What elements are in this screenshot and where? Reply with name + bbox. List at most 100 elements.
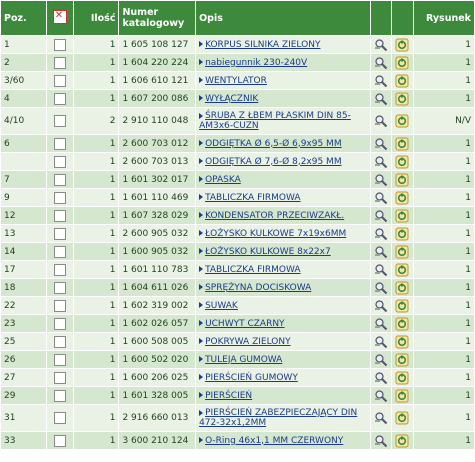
row-checkbox[interactable]: [53, 115, 66, 127]
basket-icon[interactable]: [395, 317, 409, 330]
cell-details[interactable]: [370, 297, 392, 314]
cell-cart[interactable]: [392, 153, 413, 170]
magnifier-tool-icon[interactable]: [374, 56, 388, 69]
basket-icon[interactable]: [395, 335, 409, 348]
row-checkbox[interactable]: [53, 245, 66, 258]
magnifier-tool-icon[interactable]: [374, 209, 388, 222]
part-description-link[interactable]: ŁOŻYSKO KULKOWE 7x19x6MM: [205, 229, 346, 239]
cell-details[interactable]: [370, 207, 392, 224]
cell-select[interactable]: [46, 297, 73, 314]
cell-cart[interactable]: [392, 108, 413, 134]
part-description-link[interactable]: WENTYLATOR: [205, 76, 267, 86]
basket-icon[interactable]: [395, 173, 409, 186]
row-checkbox[interactable]: [53, 434, 66, 447]
cell-select[interactable]: [46, 54, 73, 71]
magnifier-tool-icon[interactable]: [374, 281, 388, 294]
cell-details[interactable]: [370, 189, 392, 206]
row-checkbox[interactable]: [53, 353, 66, 366]
cell-cart[interactable]: [392, 72, 413, 89]
basket-icon[interactable]: [395, 92, 409, 105]
magnifier-tool-icon[interactable]: [374, 227, 388, 240]
row-checkbox[interactable]: [53, 74, 66, 87]
basket-icon[interactable]: [395, 191, 409, 204]
cell-cart[interactable]: [392, 405, 413, 431]
cell-cart[interactable]: [392, 369, 413, 386]
magnifier-tool-icon[interactable]: [374, 299, 388, 312]
magnifier-tool-icon[interactable]: [374, 317, 388, 330]
cell-select[interactable]: [46, 432, 73, 449]
cell-select[interactable]: [46, 207, 73, 224]
cell-select[interactable]: [46, 333, 73, 350]
cell-details[interactable]: [370, 225, 392, 242]
part-description-link[interactable]: WYŁĄCZNIK: [205, 94, 258, 104]
magnifier-tool-icon[interactable]: [374, 137, 388, 150]
part-description-link[interactable]: OPASKA: [205, 175, 241, 185]
cell-details[interactable]: [370, 432, 392, 449]
row-checkbox[interactable]: [53, 412, 66, 424]
cell-select[interactable]: [46, 369, 73, 386]
basket-icon[interactable]: [395, 155, 409, 168]
cell-details[interactable]: [370, 315, 392, 332]
cell-select[interactable]: [46, 315, 73, 332]
part-description-link[interactable]: PIERŚCIEŃ ZABEZPIECZAJĄCY DIN 472-32x1,2…: [199, 408, 357, 428]
cell-select[interactable]: [46, 36, 73, 53]
row-checkbox[interactable]: [53, 155, 66, 168]
row-checkbox[interactable]: [53, 56, 66, 69]
cell-details[interactable]: [370, 261, 392, 278]
magnifier-tool-icon[interactable]: [374, 92, 388, 105]
magnifier-tool-icon[interactable]: [374, 434, 388, 447]
cell-cart[interactable]: [392, 36, 413, 53]
row-checkbox[interactable]: [53, 335, 66, 348]
part-description-link[interactable]: ŚRUBA Z ŁBEM PŁASKIM DIN 85-AM3x6-CUZN: [199, 111, 351, 131]
cell-cart[interactable]: [392, 207, 413, 224]
cell-select[interactable]: [46, 225, 73, 242]
row-checkbox[interactable]: [53, 317, 66, 330]
cell-cart[interactable]: [392, 387, 413, 404]
part-description-link[interactable]: UCHWYT CZARNY: [205, 319, 284, 329]
magnifier-tool-icon[interactable]: [374, 353, 388, 366]
row-checkbox[interactable]: [53, 173, 66, 186]
basket-icon[interactable]: [395, 245, 409, 258]
cell-details[interactable]: [370, 243, 392, 260]
magnifier-tool-icon[interactable]: [374, 173, 388, 186]
cell-cart[interactable]: [392, 171, 413, 188]
cell-cart[interactable]: [392, 279, 413, 296]
part-description-link[interactable]: PIERŚCIEŃ: [205, 391, 252, 401]
magnifier-tool-icon[interactable]: [374, 191, 388, 204]
magnifier-tool-icon[interactable]: [374, 371, 388, 384]
cell-select[interactable]: [46, 108, 73, 134]
magnifier-tool-icon[interactable]: [374, 263, 388, 276]
basket-icon[interactable]: [395, 411, 409, 425]
part-description-link[interactable]: ŁOŻYSKO KULKOWE 8x22x7: [205, 247, 331, 257]
part-description-link[interactable]: PIERŚCIEŃ GUMOWY: [205, 373, 298, 383]
row-checkbox[interactable]: [53, 92, 66, 105]
cell-select[interactable]: [46, 261, 73, 278]
part-description-link[interactable]: TULEJA GUMOWA: [205, 355, 282, 365]
cell-details[interactable]: [370, 36, 392, 53]
cell-cart[interactable]: [392, 432, 413, 449]
cell-details[interactable]: [370, 369, 392, 386]
row-checkbox[interactable]: [53, 38, 66, 51]
cell-details[interactable]: [370, 333, 392, 350]
part-description-link[interactable]: SUWAK: [205, 301, 238, 311]
part-description-link[interactable]: TABLICZKA FIRMOWA: [205, 193, 301, 203]
magnifier-tool-icon[interactable]: [374, 412, 388, 425]
cell-details[interactable]: [370, 351, 392, 368]
cell-select[interactable]: [46, 90, 73, 107]
basket-icon[interactable]: [395, 74, 409, 87]
basket-icon[interactable]: [395, 299, 409, 312]
header-select[interactable]: [46, 1, 73, 35]
cell-select[interactable]: [46, 387, 73, 404]
cell-details[interactable]: [370, 171, 392, 188]
cell-cart[interactable]: [392, 351, 413, 368]
row-checkbox[interactable]: [53, 281, 66, 294]
cell-details[interactable]: [370, 153, 392, 170]
magnifier-tool-icon[interactable]: [374, 335, 388, 348]
cell-details[interactable]: [370, 405, 392, 431]
row-checkbox[interactable]: [53, 299, 66, 312]
cell-cart[interactable]: [392, 261, 413, 278]
row-checkbox[interactable]: [53, 191, 66, 204]
cell-cart[interactable]: [392, 135, 413, 152]
part-description-link[interactable]: nabiegunnik 230-240V: [205, 58, 307, 68]
basket-icon[interactable]: [395, 281, 409, 294]
